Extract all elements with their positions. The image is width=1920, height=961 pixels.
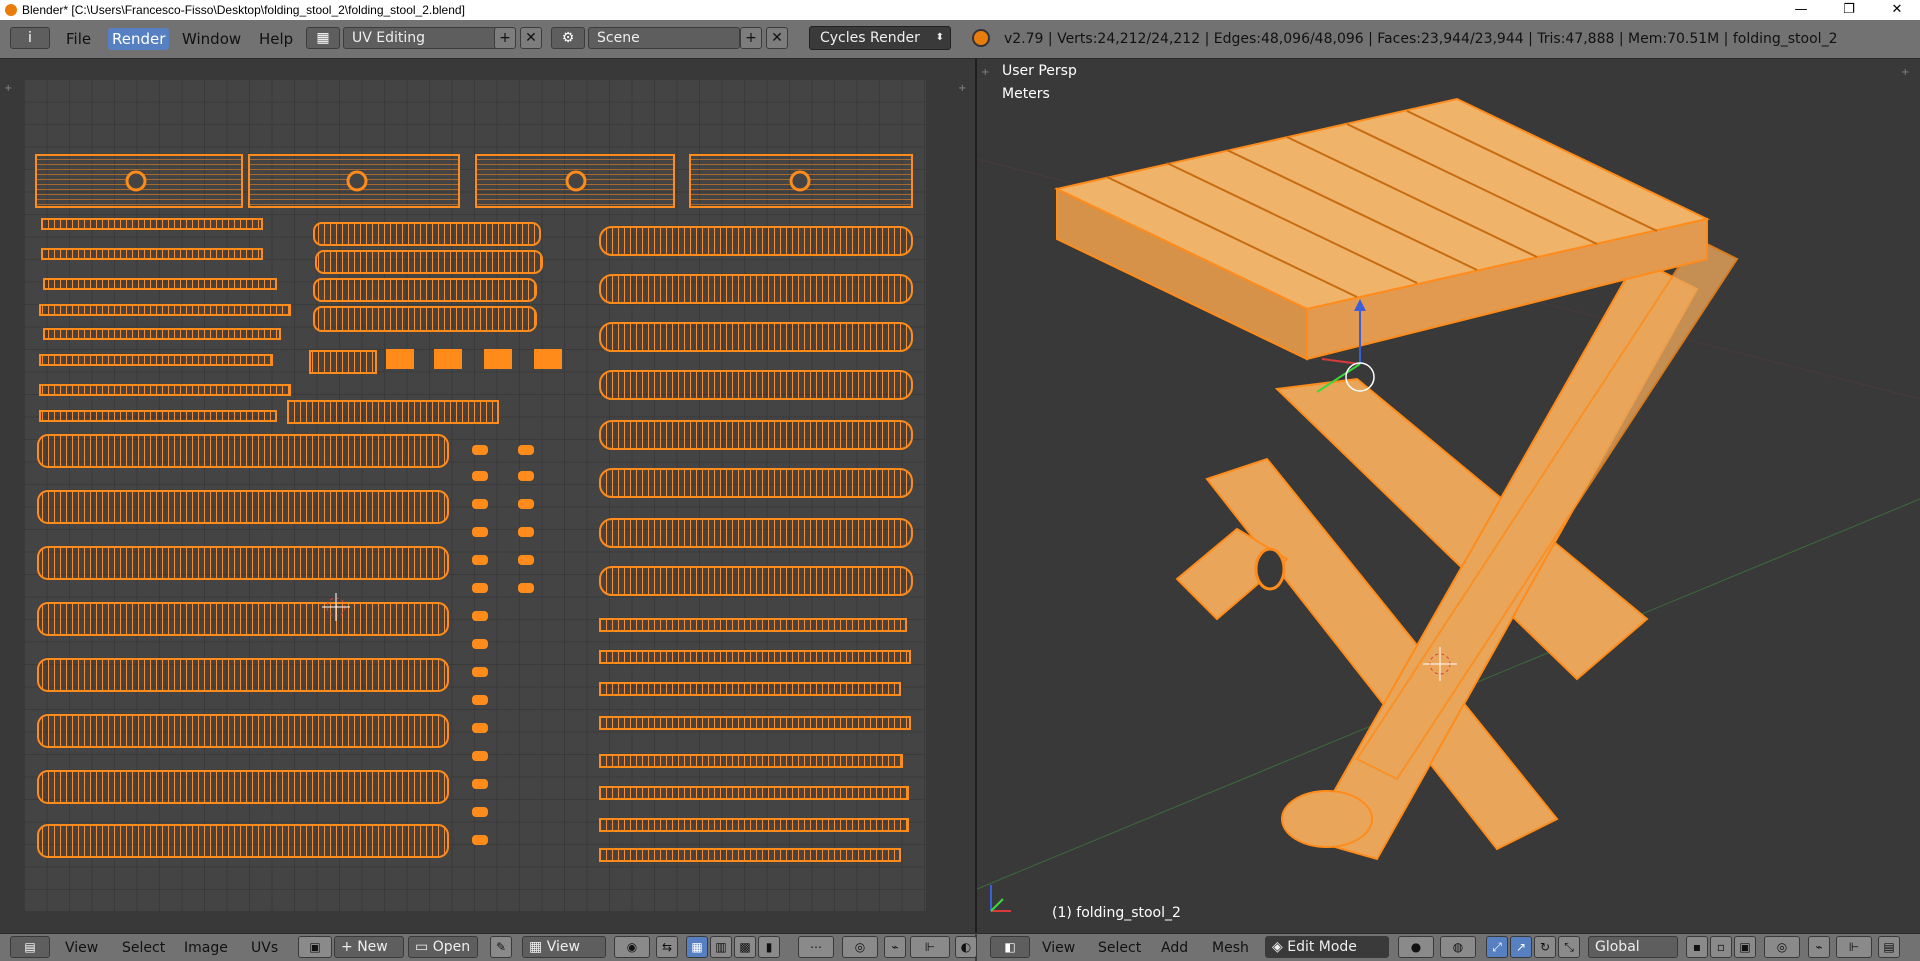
snap-toggle-icon[interactable]: ⌁ bbox=[1808, 936, 1830, 958]
render-engine-dropdown[interactable]: Cycles Render ⬍ bbox=[809, 26, 951, 50]
edge-select-mode-icon[interactable]: ▫ bbox=[1710, 936, 1732, 958]
remove-screen-icon[interactable]: ✕ bbox=[520, 27, 542, 49]
manipulator-toggle-icon[interactable]: ⤢ bbox=[1486, 936, 1508, 958]
window-title: Blender* [C:\Users\Francesco-Fisso\Deskt… bbox=[22, 3, 465, 17]
uv-menu-image[interactable]: Image bbox=[184, 937, 228, 959]
snap-icon[interactable]: ⌁ bbox=[884, 936, 906, 958]
uv-grid[interactable] bbox=[24, 79, 926, 911]
pin-icon[interactable]: ✎ bbox=[490, 936, 512, 958]
scene-icon[interactable]: ⚙ bbox=[551, 27, 585, 49]
mode-label: Edit Mode bbox=[1287, 939, 1357, 955]
object-label: (1) folding_stool_2 bbox=[1052, 905, 1181, 921]
face-select-icon[interactable]: ▩ bbox=[734, 936, 756, 958]
uv-island-small-parts bbox=[472, 445, 534, 845]
tools-region-toggle-icon[interactable]: + bbox=[4, 83, 12, 94]
add-screen-icon[interactable]: + bbox=[494, 27, 516, 49]
pivot-icon[interactable]: ◉ bbox=[614, 936, 650, 958]
screen-layout-field[interactable]: UV Editing bbox=[343, 27, 503, 49]
uv-island-rails-right bbox=[599, 226, 913, 862]
proportional-editing-icon[interactable]: ◎ bbox=[1764, 936, 1800, 958]
open-image-button[interactable]: ▭ Open bbox=[408, 936, 478, 958]
sync-selection-icon[interactable]: ⇆ bbox=[656, 936, 678, 958]
translate-icon[interactable]: ↗ bbox=[1510, 936, 1532, 958]
new-image-button[interactable]: + New bbox=[334, 936, 404, 958]
remove-scene-icon[interactable]: ✕ bbox=[766, 27, 788, 49]
scale-icon[interactable]: ⤡ bbox=[1558, 936, 1580, 958]
3d-menu-view[interactable]: View bbox=[1042, 937, 1075, 959]
vertex-select-mode-icon[interactable]: ▪ bbox=[1686, 936, 1708, 958]
uv-island-seat-slats bbox=[35, 154, 913, 208]
mode-dropdown[interactable]: ◈ Edit Mode bbox=[1265, 936, 1389, 958]
vertex-select-icon[interactable]: ▦ bbox=[686, 936, 708, 958]
sticky-select-icon[interactable]: ⋯ bbox=[798, 936, 834, 958]
screen-layout-icon[interactable]: ▦ bbox=[306, 27, 340, 49]
pivot-point-icon[interactable]: ◍ bbox=[1440, 936, 1476, 958]
layers-icon[interactable]: ▤ bbox=[1878, 936, 1900, 958]
editor-type-3d-icon[interactable]: ◧ bbox=[990, 936, 1030, 958]
island-select-icon[interactable]: ▮ bbox=[758, 936, 780, 958]
uv-islands bbox=[35, 154, 913, 862]
edge-select-icon[interactable]: ▥ bbox=[710, 936, 732, 958]
stool-mesh bbox=[977, 97, 1920, 912]
leg-hole bbox=[1254, 547, 1286, 591]
close-window-button[interactable]: ✕ bbox=[1874, 0, 1920, 20]
uv-overflow-icon[interactable]: ◐ bbox=[955, 936, 977, 958]
properties-region-toggle-icon[interactable]: + bbox=[958, 83, 966, 94]
rotate-icon[interactable]: ↻ bbox=[1534, 936, 1556, 958]
3d-menu-add[interactable]: Add bbox=[1161, 937, 1188, 959]
viewport-shading-icon[interactable]: ● bbox=[1398, 936, 1434, 958]
scene-field[interactable]: Scene bbox=[588, 27, 740, 49]
menu-window[interactable]: Window bbox=[182, 28, 241, 50]
uv-island-legs-left bbox=[37, 434, 449, 858]
uv-image-editor[interactable]: + + bbox=[0, 59, 975, 933]
3d-viewport[interactable]: User Persp Meters + + (1) folding_stool_… bbox=[977, 59, 1920, 933]
editor-type-info-icon[interactable]: i bbox=[10, 27, 50, 49]
add-scene-icon[interactable]: + bbox=[740, 27, 762, 49]
proportional-edit-icon[interactable]: ◎ bbox=[842, 936, 878, 958]
axis-orientation-icon bbox=[990, 885, 1011, 912]
uv-menu-view[interactable]: View bbox=[65, 937, 98, 959]
uv-menu-uvs[interactable]: UVs bbox=[251, 937, 278, 959]
editor-type-image-icon[interactable]: ▤ bbox=[10, 936, 50, 958]
view-mode-dropdown[interactable]: ▦ View bbox=[522, 936, 606, 958]
view-mode-label: View bbox=[546, 939, 580, 955]
menu-help[interactable]: Help bbox=[259, 28, 293, 50]
uv-menu-select[interactable]: Select bbox=[122, 937, 165, 959]
orientation-dropdown[interactable]: Global bbox=[1588, 936, 1678, 958]
menu-file[interactable]: File bbox=[66, 28, 91, 50]
menu-render[interactable]: Render bbox=[108, 28, 170, 50]
minimize-button[interactable]: — bbox=[1778, 0, 1824, 20]
face-select-mode-icon[interactable]: ▣ bbox=[1734, 936, 1756, 958]
snap-element-icon[interactable]: ⊩ bbox=[910, 936, 950, 958]
new-image-label: New bbox=[357, 939, 388, 955]
scene-statistics: v2.79 | Verts:24,212/24,212 | Edges:48,0… bbox=[1004, 31, 1838, 47]
uv-island-feet bbox=[386, 349, 562, 369]
dropdown-arrow-icon: ⬍ bbox=[935, 32, 944, 43]
snap-target-icon[interactable]: ⊩ bbox=[1836, 936, 1872, 958]
title-bar: Blender* [C:\Users\Francesco-Fisso\Deskt… bbox=[0, 0, 1920, 20]
image-browse-icon[interactable]: ▣ bbox=[298, 936, 332, 958]
blender-logo-icon bbox=[972, 29, 990, 47]
restore-button[interactable]: ❐ bbox=[1826, 0, 1872, 20]
blender-logo-icon bbox=[5, 4, 17, 16]
render-engine-label: Cycles Render bbox=[820, 30, 920, 46]
orientation-label: Global bbox=[1595, 939, 1640, 955]
open-image-label: Open bbox=[432, 939, 471, 955]
3d-menu-mesh[interactable]: Mesh bbox=[1212, 937, 1249, 959]
3d-menu-select[interactable]: Select bbox=[1098, 937, 1141, 959]
